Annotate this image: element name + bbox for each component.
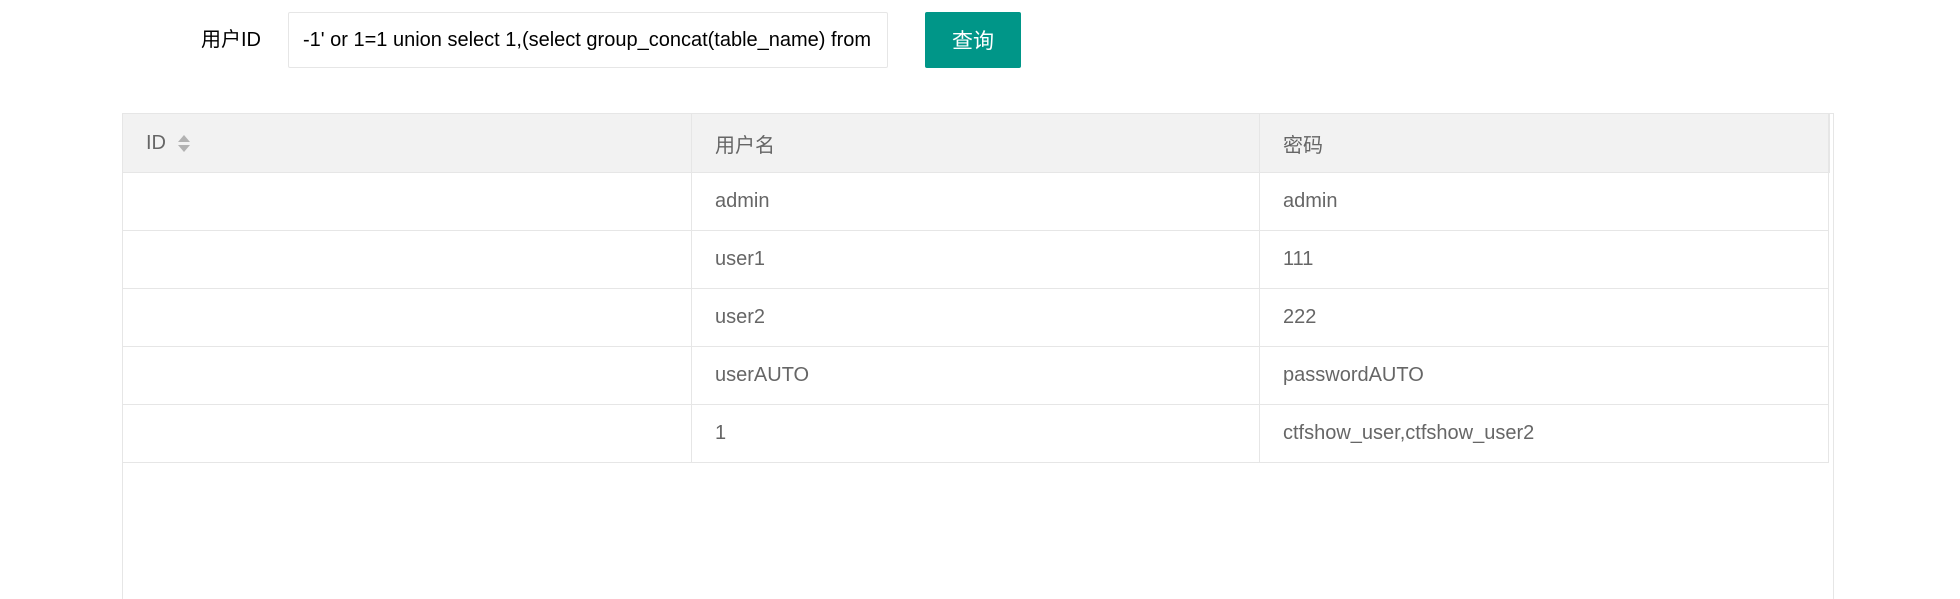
cell-password: admin [1283,190,1338,212]
column-header-id[interactable]: ID [123,114,692,172]
cell-username: user2 [692,289,1260,346]
table-row: user2 222 [123,289,1829,347]
table-row: 1 ctfshow_user,ctfshow_user2 [123,405,1829,463]
cell-id [123,289,692,346]
cell-username: userAUTO [692,347,1260,404]
user-id-input[interactable] [288,12,888,68]
table-row: userAUTO passwordAUTO [123,347,1829,405]
cell-password: passwordAUTO [1283,364,1424,386]
column-header-label: ID [146,131,166,154]
table-row: user1 111 [123,231,1829,289]
column-header-username: 用户名 [692,114,1260,172]
cell-id [123,231,692,288]
user-id-label: 用户ID [201,29,261,51]
cell-username: admin [692,173,1260,230]
sort-icon[interactable] [178,134,190,152]
column-header-password: 密码 [1260,114,1828,172]
cell-id [123,173,692,230]
results-table: ID 用户名 密码 admin admin user1 111 user2 22… [122,113,1834,599]
cell-password: 222 [1283,306,1317,328]
column-header-label: 密码 [1283,134,1323,157]
cell-id [123,405,692,462]
table-row: admin admin [123,173,1829,231]
sort-ascending-icon[interactable] [178,134,190,142]
cell-password: ctfshow_user,ctfshow_user2 [1283,422,1535,444]
cell-password: 111 [1283,248,1314,270]
cell-id [123,347,692,404]
table-header: ID 用户名 密码 [123,114,1830,173]
search-bar: 用户ID 查询 [0,12,1960,68]
cell-username: 1 [692,405,1260,462]
cell-username: user1 [692,231,1260,288]
column-header-label: 用户名 [715,134,775,157]
query-button[interactable]: 查询 [925,12,1021,68]
sort-descending-icon[interactable] [178,144,190,152]
